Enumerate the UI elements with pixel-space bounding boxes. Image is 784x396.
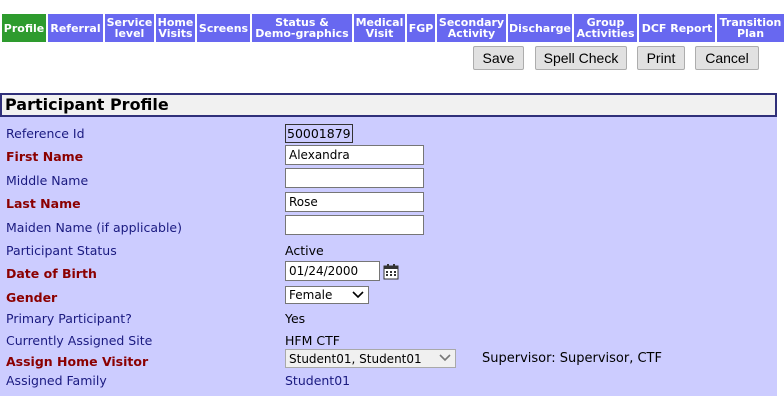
assigned-family-label: Assigned Family xyxy=(6,373,107,388)
spell-check-button[interactable]: Spell Check xyxy=(535,46,627,70)
tab-secondary-activity[interactable]: Secondary Activity xyxy=(437,14,506,42)
middle-name-field[interactable] xyxy=(285,168,424,188)
reference-id-label: Reference Id xyxy=(6,126,85,141)
middle-name-label: Middle Name xyxy=(6,173,89,188)
chevron-down-icon xyxy=(352,291,364,299)
home-visitor-selected-value: Student01, Student01 xyxy=(289,351,422,366)
reference-id-value: 50001879 xyxy=(285,124,353,143)
participant-profile-form: Reference Id 50001879 First Name Middle … xyxy=(0,117,777,396)
tab-status-demographics[interactable]: Status & Demo-graphics xyxy=(252,14,352,42)
participant-status-label: Participant Status xyxy=(6,243,117,258)
tab-medical-visit[interactable]: Medical Visit xyxy=(354,14,405,42)
tab-dcf-report[interactable]: DCF Report xyxy=(639,14,715,42)
tab-home-visits[interactable]: Home Visits xyxy=(156,14,195,42)
first-name-label: First Name xyxy=(6,149,84,164)
assigned-site-label: Currently Assigned Site xyxy=(6,333,153,348)
print-button[interactable]: Print xyxy=(637,46,685,70)
assigned-family-value: Student01 xyxy=(285,373,351,388)
primary-participant-label: Primary Participant? xyxy=(6,311,132,326)
first-name-field[interactable] xyxy=(285,145,424,165)
home-visitor-label: Assign Home Visitor xyxy=(6,354,149,369)
tab-fgp[interactable]: FGP xyxy=(407,14,435,42)
save-button[interactable]: Save xyxy=(473,46,524,70)
panel-title: Participant Profile xyxy=(0,93,777,117)
tab-screens[interactable]: Screens xyxy=(197,14,250,42)
maiden-name-field[interactable] xyxy=(285,215,424,235)
maiden-name-label: Maiden Name (if applicable) xyxy=(6,220,182,235)
last-name-label: Last Name xyxy=(6,196,81,211)
gender-selected-value: Female xyxy=(289,288,333,302)
calendar-icon[interactable] xyxy=(383,264,399,280)
cancel-button[interactable]: Cancel xyxy=(695,46,759,70)
tab-group-activities[interactable]: Group Activities xyxy=(574,14,637,42)
tab-referral[interactable]: Referral xyxy=(48,14,103,42)
gender-label: Gender xyxy=(6,290,58,305)
primary-participant-value: Yes xyxy=(285,311,306,326)
tab-service-level[interactable]: Service level xyxy=(105,14,154,42)
tab-discharge[interactable]: Discharge xyxy=(508,14,572,42)
assigned-site-value: HFM CTF xyxy=(285,333,340,348)
chevron-down-icon xyxy=(439,354,451,362)
tab-profile[interactable]: Profile xyxy=(2,14,46,42)
date-of-birth-field[interactable] xyxy=(285,261,380,281)
home-visitor-select[interactable]: Student01, Student01 xyxy=(285,349,456,368)
tab-transition-plan[interactable]: Transition Plan xyxy=(717,14,784,42)
supervisor-text: Supervisor: Supervisor, CTF xyxy=(482,351,662,366)
date-of-birth-label: Date of Birth xyxy=(6,266,97,281)
participant-status-value: Active xyxy=(285,243,324,258)
gender-select[interactable]: Female xyxy=(285,286,369,304)
last-name-field[interactable] xyxy=(285,192,424,212)
